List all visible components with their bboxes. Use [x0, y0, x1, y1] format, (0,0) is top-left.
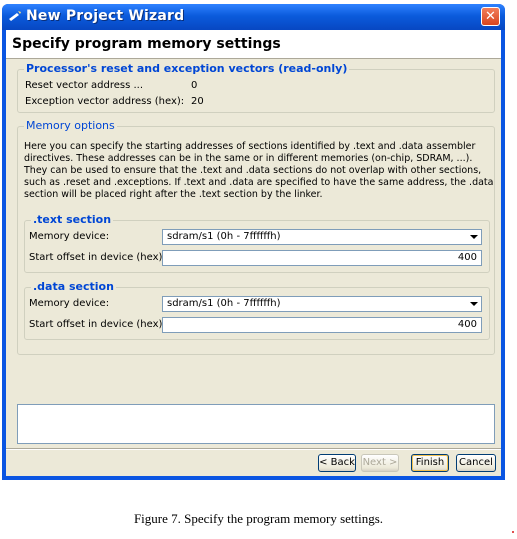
exception-vector-label: Exception vector address (hex): — [25, 96, 185, 107]
figure-caption: Figure 7. Specify the program memory set… — [133, 511, 384, 526]
data-offset-input[interactable]: 400 — [162, 317, 482, 333]
vectors-group-legend: Processor's reset and exception vectors … — [24, 62, 350, 75]
close-button[interactable]: ✕ — [481, 7, 500, 26]
vectors-group: Processor's reset and exception vectors … — [17, 62, 495, 113]
wizard-wand-icon — [9, 11, 21, 21]
next-button[interactable]: Next > — [361, 454, 399, 472]
text-memory-device-select[interactable]: sdram/s1 (0h - 7ffffffh) — [162, 229, 482, 245]
data-memory-device-select[interactable]: sdram/s1 (0h - 7ffffffh) — [162, 296, 482, 312]
data-section-group: .data section Memory device: sdram/s1 (0… — [24, 280, 490, 340]
memory-options-description: Here you can specify the starting addres… — [24, 141, 494, 200]
memory-options-legend: Memory options — [24, 119, 117, 132]
text-device-label: Memory device: — [29, 231, 110, 242]
window-title: New Project Wizard — [26, 8, 185, 24]
decorative-dot — [512, 531, 514, 533]
title-bar[interactable]: New Project Wizard ✕ — [2, 4, 505, 30]
reset-vector-value: 0 — [191, 80, 198, 91]
finish-button[interactable]: Finish — [411, 454, 449, 472]
chevron-down-icon[interactable] — [470, 302, 478, 306]
memory-options-group: Memory options Here you can specify the … — [17, 119, 495, 355]
chevron-down-icon[interactable] — [470, 235, 478, 239]
footer-divider — [6, 448, 501, 450]
reset-vector-label: Reset vector address ... — [25, 80, 144, 91]
text-section-legend: .text section — [31, 213, 114, 226]
message-area — [17, 404, 495, 444]
page-title: Specify program memory settings — [12, 36, 281, 52]
wizard-window: New Project Wizard ✕ Specify program mem… — [2, 4, 505, 480]
wizard-body: Specify program memory settings Processo… — [6, 30, 501, 476]
text-device-value: sdram/s1 (0h - 7ffffffh) — [167, 231, 281, 242]
data-device-label: Memory device: — [29, 298, 110, 309]
data-device-value: sdram/s1 (0h - 7ffffffh) — [167, 298, 281, 309]
data-section-legend: .data section — [31, 280, 116, 293]
text-offset-label: Start offset in device (hex): — [29, 252, 166, 263]
back-button[interactable]: < Back — [318, 454, 356, 472]
cancel-button[interactable]: Cancel — [456, 454, 496, 472]
data-offset-label: Start offset in device (hex): — [29, 319, 166, 330]
text-section-group: .text section Memory device: sdram/s1 (0… — [24, 213, 490, 273]
exception-vector-value: 20 — [191, 96, 204, 107]
page-header: Specify program memory settings — [6, 30, 501, 59]
text-offset-input[interactable]: 400 — [162, 250, 482, 266]
close-icon: ✕ — [485, 9, 496, 24]
